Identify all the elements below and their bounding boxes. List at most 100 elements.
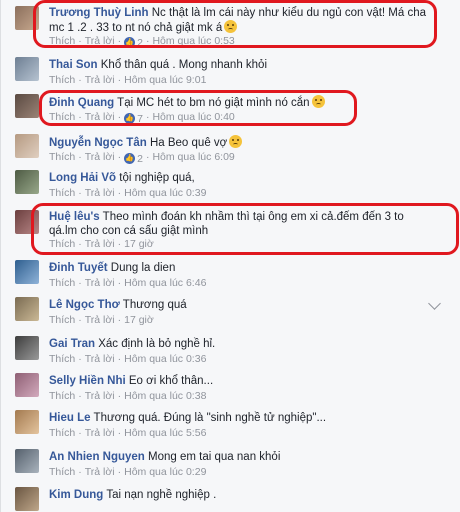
separator: · bbox=[78, 111, 82, 123]
timestamp[interactable]: Hôm qua lúc 0:36 bbox=[124, 353, 206, 365]
like-link[interactable]: Thích bbox=[49, 187, 75, 199]
comment-text: Thương quá. Đúng là "sinh nghề tử nghiệp… bbox=[93, 412, 327, 424]
comment-meta: Thích · Trả lời · Hôm qua lúc 9:01 bbox=[49, 74, 206, 86]
separator: · bbox=[117, 314, 122, 326]
reply-link[interactable]: Trả lời bbox=[85, 35, 115, 47]
reply-link[interactable]: Trả lời bbox=[85, 111, 115, 123]
comment-body: Nguyễn Ngọc Tân Ha Beo quê vợ bbox=[49, 135, 431, 150]
sad-emoji bbox=[224, 20, 238, 33]
separator: · bbox=[117, 466, 122, 478]
like-count[interactable]: 👍 7 bbox=[124, 113, 143, 125]
avatar[interactable] bbox=[15, 94, 39, 118]
like-count-value: 2 bbox=[137, 36, 143, 49]
like-link[interactable]: Thích bbox=[49, 390, 75, 402]
avatar[interactable] bbox=[15, 57, 39, 81]
like-link[interactable]: Thích bbox=[49, 35, 75, 47]
avatar[interactable] bbox=[15, 297, 39, 321]
like-link[interactable]: Thích bbox=[49, 151, 75, 163]
avatar[interactable] bbox=[15, 260, 39, 284]
separator: · bbox=[78, 238, 82, 250]
comment-text: Dung la dien bbox=[110, 262, 176, 274]
avatar[interactable] bbox=[15, 336, 39, 360]
separator: · bbox=[117, 111, 122, 123]
like-link[interactable]: Thích bbox=[49, 353, 75, 365]
avatar[interactable] bbox=[15, 487, 39, 511]
reply-link[interactable]: Trả lời bbox=[85, 314, 115, 326]
commenter-name[interactable]: Selly Hiền Nhi bbox=[49, 375, 126, 387]
reply-link[interactable]: Trả lời bbox=[85, 466, 115, 478]
separator: · bbox=[78, 466, 82, 478]
comment-text: Xác định là bỏ nghề hỉ. bbox=[98, 338, 216, 350]
timestamp[interactable]: Hôm qua lúc 0:39 bbox=[124, 187, 206, 199]
like-link[interactable]: Thích bbox=[49, 427, 75, 439]
thumbs-up-icon: 👍 bbox=[124, 113, 136, 124]
comment-body: Gai Tran Xác định là bỏ nghề hỉ. bbox=[49, 337, 431, 351]
angry-emoji bbox=[311, 95, 325, 108]
commenter-name[interactable]: An Nhien Nguyen bbox=[49, 451, 145, 463]
reply-link[interactable]: Trả lời bbox=[85, 427, 115, 439]
commenter-name[interactable]: Thai Son bbox=[49, 59, 98, 71]
avatar[interactable] bbox=[15, 210, 39, 234]
reply-link[interactable]: Trả lời bbox=[85, 390, 115, 402]
reply-link[interactable]: Trả lời bbox=[85, 151, 115, 163]
comment-body: Đinh Quang Tại MC hét to bm nó giật mình… bbox=[49, 95, 431, 110]
commenter-name[interactable]: Huệ lêu's bbox=[49, 211, 100, 223]
timestamp[interactable]: Hôm qua lúc 5:56 bbox=[124, 427, 206, 439]
reply-link[interactable]: Trả lời bbox=[85, 74, 115, 86]
comment-meta: Thích · Trả lời · Hôm qua lúc 0:39 bbox=[49, 187, 206, 199]
avatar[interactable] bbox=[15, 410, 39, 434]
avatar[interactable] bbox=[15, 6, 39, 30]
commenter-name[interactable]: Hieu Le bbox=[49, 412, 91, 424]
separator: · bbox=[117, 35, 122, 47]
timestamp[interactable]: 17 giờ bbox=[124, 314, 154, 326]
avatar[interactable] bbox=[15, 170, 39, 194]
separator: · bbox=[78, 390, 82, 402]
commenter-name[interactable]: Gai Tran bbox=[49, 338, 95, 350]
like-link[interactable]: Thích bbox=[49, 74, 75, 86]
timestamp[interactable]: 17 giờ bbox=[124, 238, 154, 250]
like-link[interactable]: Thích bbox=[49, 238, 75, 250]
commenter-name[interactable]: Đinh Quang bbox=[49, 97, 114, 109]
comment-text: tội nghiệp quá, bbox=[119, 172, 195, 184]
separator: · bbox=[145, 111, 150, 123]
avatar[interactable] bbox=[15, 373, 39, 397]
separator: · bbox=[117, 74, 122, 86]
like-link[interactable]: Thích bbox=[49, 277, 75, 289]
timestamp[interactable]: Hôm qua lúc 0:40 bbox=[152, 111, 234, 123]
like-link[interactable]: Thích bbox=[49, 111, 75, 123]
commenter-name[interactable]: Lê Ngọc Thơ bbox=[49, 299, 120, 311]
reply-link[interactable]: Trả lời bbox=[85, 238, 115, 250]
like-link[interactable]: Thích bbox=[49, 466, 75, 478]
comment-text: Theo mình đoán kh nhầm thì tại ông em xi… bbox=[49, 211, 404, 237]
like-count[interactable]: 👍 2 bbox=[124, 37, 143, 49]
commenter-name[interactable]: Kim Dung bbox=[49, 489, 103, 501]
timestamp[interactable]: Hôm qua lúc 0:29 bbox=[124, 466, 206, 478]
avatar[interactable] bbox=[15, 449, 39, 473]
separator: · bbox=[78, 353, 82, 365]
timestamp[interactable]: Hôm qua lúc 9:01 bbox=[124, 74, 206, 86]
reply-link[interactable]: Trả lời bbox=[85, 277, 115, 289]
timestamp[interactable]: Hôm qua lúc 0:38 bbox=[124, 390, 206, 402]
comment-text: Ha Beo quê vợ bbox=[149, 137, 228, 149]
comment-meta: Thích · Trả lời · Hôm qua lúc 0:29 bbox=[49, 466, 206, 478]
commenter-name[interactable]: Long Hải Võ bbox=[49, 172, 116, 184]
commenter-name[interactable]: Trương Thuỳ Linh bbox=[49, 7, 149, 19]
separator: · bbox=[145, 35, 150, 47]
comment-meta: Thích · Trả lời · 17 giờ bbox=[49, 314, 154, 326]
timestamp[interactable]: Hôm qua lúc 0:53 bbox=[152, 35, 234, 47]
comment-body: Hieu Le Thương quá. Đúng là "sinh nghề t… bbox=[49, 411, 431, 425]
thumbs-up-icon: 👍 bbox=[124, 153, 136, 164]
commenter-name[interactable]: Nguyễn Ngọc Tân bbox=[49, 137, 147, 149]
reply-link[interactable]: Trả lời bbox=[85, 353, 115, 365]
like-link[interactable]: Thích bbox=[49, 314, 75, 326]
avatar[interactable] bbox=[15, 134, 39, 158]
comment-body: Huệ lêu's Theo mình đoán kh nhầm thì tại… bbox=[49, 210, 431, 238]
timestamp[interactable]: Hôm qua lúc 6:46 bbox=[124, 277, 206, 289]
reply-link[interactable]: Trả lời bbox=[85, 187, 115, 199]
comment-body: Đinh Tuyết Dung la dien bbox=[49, 261, 431, 275]
separator: · bbox=[117, 238, 122, 250]
timestamp[interactable]: Hôm qua lúc 6:09 bbox=[152, 151, 234, 163]
commenter-name[interactable]: Đinh Tuyết bbox=[49, 262, 108, 274]
comment-body: Thai Son Khổ thân quá . Mong nhanh khỏi bbox=[49, 58, 431, 72]
like-count[interactable]: 👍 2 bbox=[124, 153, 143, 165]
